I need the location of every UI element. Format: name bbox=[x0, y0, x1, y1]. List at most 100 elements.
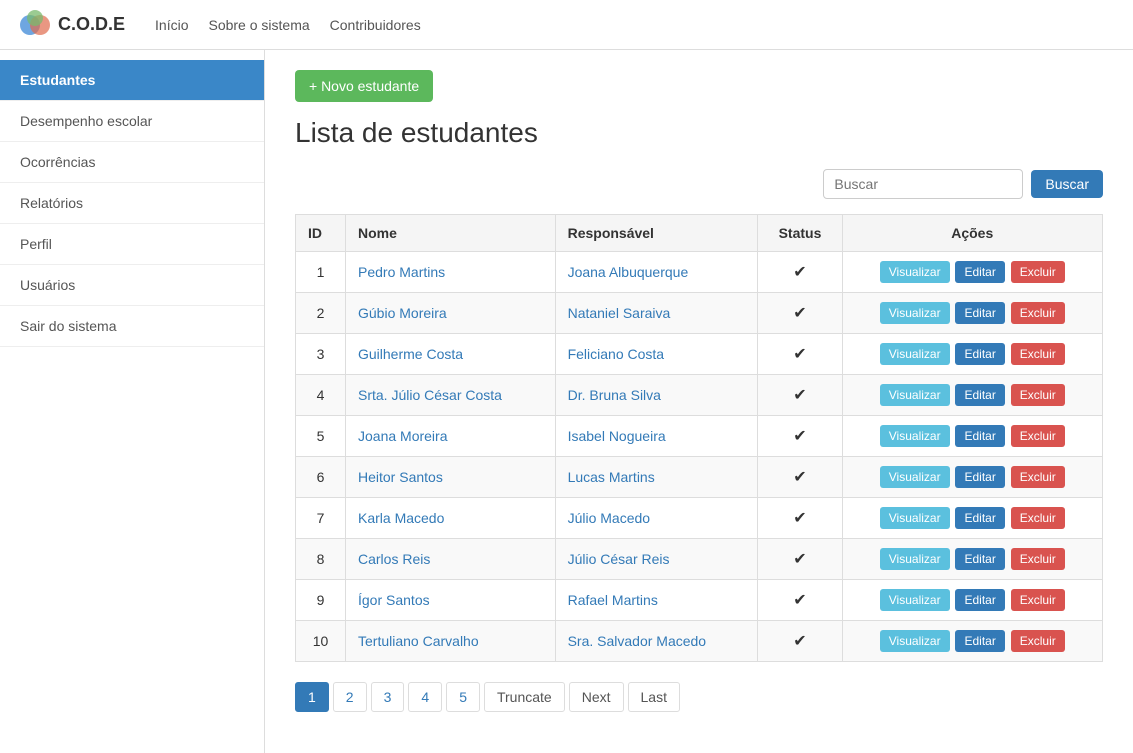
col-header-id: ID bbox=[296, 215, 346, 252]
editar-button[interactable]: Editar bbox=[955, 548, 1004, 570]
sobre-link[interactable]: Sobre o sistema bbox=[208, 17, 309, 33]
page-btn-last[interactable]: Last bbox=[628, 682, 680, 712]
sidebar-item-sair[interactable]: Sair do sistema bbox=[0, 306, 264, 347]
cell-responsavel: Rafael Martins bbox=[555, 580, 758, 621]
excluir-button[interactable]: Excluir bbox=[1011, 425, 1065, 447]
logo-text: C.O.D.E bbox=[58, 14, 125, 35]
cell-responsavel: Isabel Nogueira bbox=[555, 416, 758, 457]
cell-acoes: Visualizar Editar Excluir bbox=[842, 375, 1102, 416]
cell-responsavel: Nataniel Saraiva bbox=[555, 293, 758, 334]
excluir-button[interactable]: Excluir bbox=[1011, 630, 1065, 652]
new-student-button[interactable]: + Novo estudante bbox=[295, 70, 433, 102]
cell-acoes: Visualizar Editar Excluir bbox=[842, 498, 1102, 539]
excluir-button[interactable]: Excluir bbox=[1011, 343, 1065, 365]
col-header-acoes: Ações bbox=[842, 215, 1102, 252]
cell-status: ✔ bbox=[758, 539, 842, 580]
sidebar-item-usuarios[interactable]: Usuários bbox=[0, 265, 264, 306]
cell-id: 8 bbox=[296, 539, 346, 580]
visualizar-button[interactable]: Visualizar bbox=[880, 548, 950, 570]
visualizar-button[interactable]: Visualizar bbox=[880, 630, 950, 652]
cell-nome: Joana Moreira bbox=[346, 416, 556, 457]
cell-id: 2 bbox=[296, 293, 346, 334]
col-header-status: Status bbox=[758, 215, 842, 252]
editar-button[interactable]: Editar bbox=[955, 384, 1004, 406]
search-button[interactable]: Buscar bbox=[1031, 170, 1103, 198]
visualizar-button[interactable]: Visualizar bbox=[880, 425, 950, 447]
editar-button[interactable]: Editar bbox=[955, 630, 1004, 652]
inicio-link[interactable]: Início bbox=[155, 17, 188, 33]
cell-acoes: Visualizar Editar Excluir bbox=[842, 539, 1102, 580]
visualizar-button[interactable]: Visualizar bbox=[880, 384, 950, 406]
excluir-button[interactable]: Excluir bbox=[1011, 589, 1065, 611]
students-table: ID Nome Responsável Status Ações 1 Pedro… bbox=[295, 214, 1103, 662]
cell-status: ✔ bbox=[758, 252, 842, 293]
visualizar-button[interactable]: Visualizar bbox=[880, 302, 950, 324]
page-btn-5[interactable]: 5 bbox=[446, 682, 480, 712]
col-header-responsavel: Responsável bbox=[555, 215, 758, 252]
table-row: 4 Srta. Júlio César Costa Dr. Bruna Silv… bbox=[296, 375, 1103, 416]
visualizar-button[interactable]: Visualizar bbox=[880, 589, 950, 611]
page-btn-3[interactable]: 3 bbox=[371, 682, 405, 712]
editar-button[interactable]: Editar bbox=[955, 589, 1004, 611]
excluir-button[interactable]: Excluir bbox=[1011, 261, 1065, 283]
cell-status: ✔ bbox=[758, 416, 842, 457]
visualizar-button[interactable]: Visualizar bbox=[880, 343, 950, 365]
editar-button[interactable]: Editar bbox=[955, 507, 1004, 529]
editar-button[interactable]: Editar bbox=[955, 425, 1004, 447]
visualizar-button[interactable]: Visualizar bbox=[880, 261, 950, 283]
editar-button[interactable]: Editar bbox=[955, 261, 1004, 283]
excluir-button[interactable]: Excluir bbox=[1011, 548, 1065, 570]
status-checkmark: ✔ bbox=[793, 305, 806, 322]
status-checkmark: ✔ bbox=[793, 346, 806, 363]
cell-acoes: Visualizar Editar Excluir bbox=[842, 416, 1102, 457]
visualizar-button[interactable]: Visualizar bbox=[880, 507, 950, 529]
visualizar-button[interactable]: Visualizar bbox=[880, 466, 950, 488]
search-row: Buscar bbox=[295, 169, 1103, 199]
sidebar-item-relatorios[interactable]: Relatórios bbox=[0, 183, 264, 224]
page-btn-truncate[interactable]: Truncate bbox=[484, 682, 565, 712]
top-navigation: C.O.D.E Início Sobre o sistema Contribui… bbox=[0, 0, 1133, 50]
cell-status: ✔ bbox=[758, 334, 842, 375]
cell-acoes: Visualizar Editar Excluir bbox=[842, 580, 1102, 621]
status-checkmark: ✔ bbox=[793, 469, 806, 486]
status-checkmark: ✔ bbox=[793, 592, 806, 609]
nav-links: Início Sobre o sistema Contribuidores bbox=[155, 17, 421, 33]
page-btn-1[interactable]: 1 bbox=[295, 682, 329, 712]
editar-button[interactable]: Editar bbox=[955, 466, 1004, 488]
editar-button[interactable]: Editar bbox=[955, 343, 1004, 365]
excluir-button[interactable]: Excluir bbox=[1011, 384, 1065, 406]
cell-nome: Heitor Santos bbox=[346, 457, 556, 498]
sidebar-item-estudantes[interactable]: Estudantes bbox=[0, 60, 264, 101]
status-checkmark: ✔ bbox=[793, 387, 806, 404]
cell-responsavel: Júlio César Reis bbox=[555, 539, 758, 580]
cell-nome: Tertuliano Carvalho bbox=[346, 621, 556, 662]
excluir-button[interactable]: Excluir bbox=[1011, 466, 1065, 488]
sidebar-item-desempenho[interactable]: Desempenho escolar bbox=[0, 101, 264, 142]
cell-status: ✔ bbox=[758, 498, 842, 539]
table-row: 6 Heitor Santos Lucas Martins ✔ Visualiz… bbox=[296, 457, 1103, 498]
page-btn-2[interactable]: 2 bbox=[333, 682, 367, 712]
sidebar-item-ocorrencias[interactable]: Ocorrências bbox=[0, 142, 264, 183]
status-checkmark: ✔ bbox=[793, 264, 806, 281]
table-row: 9 Ígor Santos Rafael Martins ✔ Visualiza… bbox=[296, 580, 1103, 621]
excluir-button[interactable]: Excluir bbox=[1011, 302, 1065, 324]
cell-id: 4 bbox=[296, 375, 346, 416]
cell-acoes: Visualizar Editar Excluir bbox=[842, 293, 1102, 334]
cell-id: 9 bbox=[296, 580, 346, 621]
excluir-button[interactable]: Excluir bbox=[1011, 507, 1065, 529]
logo: C.O.D.E bbox=[20, 10, 125, 40]
cell-responsavel: Feliciano Costa bbox=[555, 334, 758, 375]
cell-nome: Ígor Santos bbox=[346, 580, 556, 621]
logo-icon bbox=[20, 10, 50, 40]
editar-button[interactable]: Editar bbox=[955, 302, 1004, 324]
status-checkmark: ✔ bbox=[793, 428, 806, 445]
page-btn-next[interactable]: Next bbox=[569, 682, 624, 712]
pagination: 1 2 3 4 5 Truncate Next Last bbox=[295, 682, 1103, 712]
sidebar-item-perfil[interactable]: Perfil bbox=[0, 224, 264, 265]
page-btn-4[interactable]: 4 bbox=[408, 682, 442, 712]
contribuidores-link[interactable]: Contribuidores bbox=[330, 17, 421, 33]
cell-acoes: Visualizar Editar Excluir bbox=[842, 334, 1102, 375]
cell-status: ✔ bbox=[758, 293, 842, 334]
search-input[interactable] bbox=[823, 169, 1023, 199]
cell-responsavel: Júlio Macedo bbox=[555, 498, 758, 539]
